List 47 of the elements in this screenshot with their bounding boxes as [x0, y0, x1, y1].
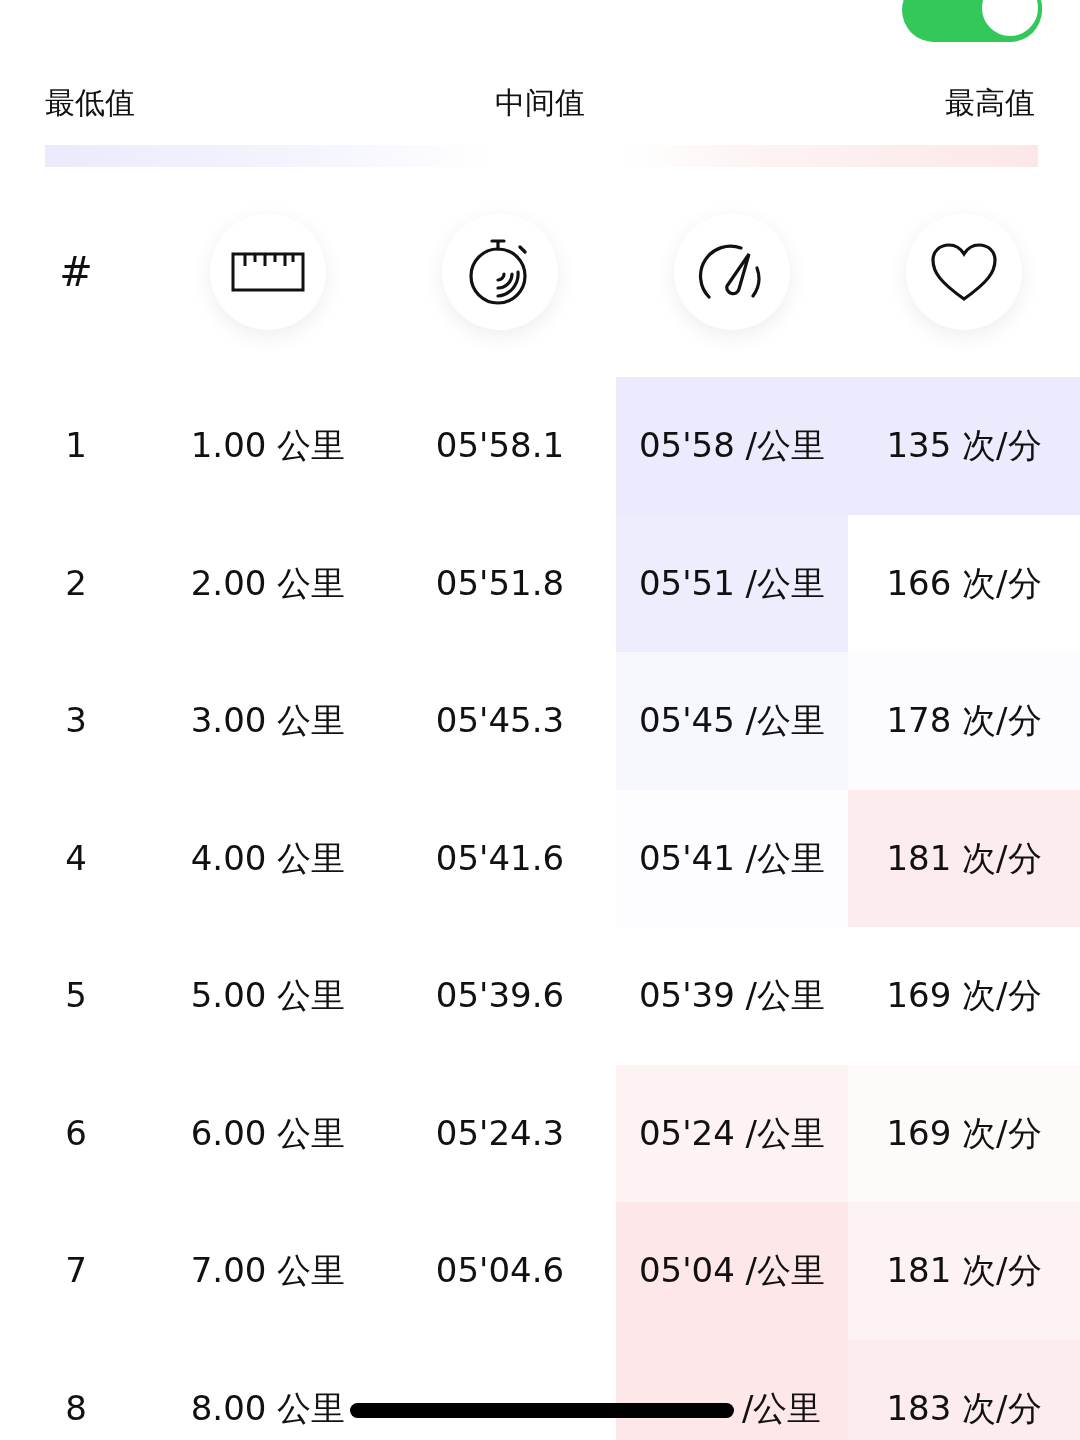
table-cell-text: 178 次/分 — [886, 699, 1042, 743]
table-cell-text: 05'39.6 — [435, 974, 565, 1018]
ruler-icon — [231, 252, 305, 292]
table-cell-text: 05'58 /公里 — [638, 424, 826, 468]
table-cell-text: 5.00 公里 — [190, 974, 346, 1018]
table-cell-text: 181 次/分 — [886, 1249, 1042, 1293]
table-cell-text: 05'41.6 — [435, 836, 565, 880]
legend-label: 最高值 — [945, 84, 1035, 122]
table-cell-text: 2 — [65, 561, 87, 605]
table-cell-text: 135 次/分 — [886, 424, 1042, 468]
table-cell-text: 05'58.1 — [435, 424, 565, 468]
table-cell-text: 3 — [65, 699, 87, 743]
table-cell-text: 3.00 公里 — [190, 699, 346, 743]
table-cell-text: 05'24 /公里 — [638, 1111, 826, 1155]
legend-label: 中间值 — [495, 84, 585, 122]
table-cell-text: 05'51.8 — [435, 561, 565, 605]
table-cell-text: 05'39 /公里 — [638, 974, 826, 1018]
table-cell-text: 7 — [65, 1249, 87, 1293]
table-cell-text: 8.00 公里 — [190, 1386, 346, 1430]
table-cell-text: 5 — [65, 974, 87, 1018]
table-cell-text: 05'24.3 — [435, 1111, 565, 1155]
legend-label: 最低值 — [45, 84, 135, 122]
speedometer-icon — [698, 244, 761, 299]
table-cell-text: 4.00 公里 — [190, 836, 346, 880]
table-cell-text: 4 — [65, 836, 87, 880]
table-cell-text: 05'45.3 — [435, 699, 565, 743]
table-cell-text: /公里 — [742, 1386, 822, 1430]
table-cell-text: 1.00 公里 — [190, 424, 346, 468]
table-cell-text: 2.00 公里 — [190, 561, 346, 605]
table-cell-text: 166 次/分 — [886, 561, 1042, 605]
table-cell-text: 183 次/分 — [886, 1386, 1042, 1430]
table-cell-text: 7.00 公里 — [190, 1249, 346, 1293]
table-cell-text: 05'45 /公里 — [638, 699, 826, 743]
table-cell-text: 05'04 /公里 — [638, 1249, 826, 1293]
heart-icon — [931, 243, 997, 301]
table-cell-text: 05'51 /公里 — [638, 561, 826, 605]
table-cell-text: 169 次/分 — [886, 1111, 1042, 1155]
column-header: # — [59, 248, 93, 297]
stopwatch-icon — [469, 239, 527, 305]
table-cell-text: 05'04.6 — [435, 1249, 565, 1293]
table-cell-text: 6.00 公里 — [190, 1111, 346, 1155]
table-cell-text: 8 — [65, 1386, 87, 1430]
table-cell-text: 05'41 /公里 — [638, 836, 826, 880]
table-cell-text: 6 — [65, 1111, 87, 1155]
table-cell-text: 181 次/分 — [886, 836, 1042, 880]
table-cell-text: 1 — [65, 424, 87, 468]
table-cell-text: 169 次/分 — [886, 974, 1042, 1018]
